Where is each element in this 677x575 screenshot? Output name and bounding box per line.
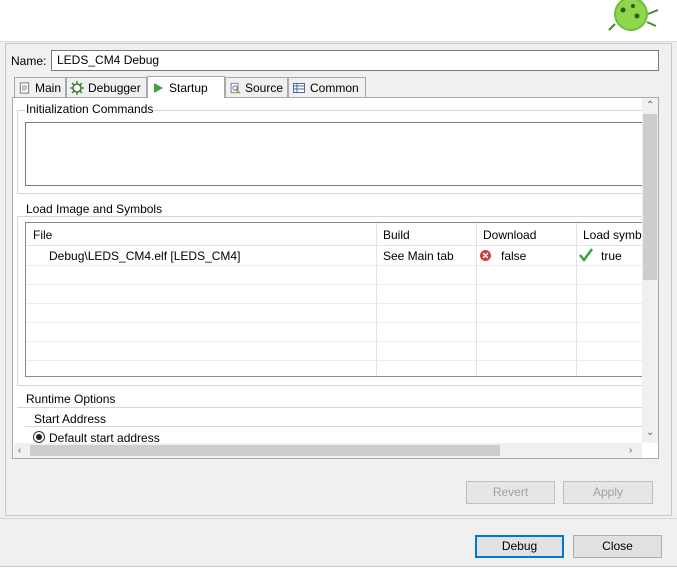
tab-main[interactable]: Main (14, 77, 66, 97)
close-button[interactable]: Close (573, 535, 662, 558)
init-commands-title: Initialization Commands (25, 102, 155, 116)
green-check-icon (579, 248, 594, 263)
load-image-title: Load Image and Symbols (25, 202, 164, 216)
tab-label: Common (310, 80, 359, 95)
group-divider (25, 426, 642, 427)
play-icon (154, 82, 163, 93)
group-divider (17, 216, 18, 386)
load-image-table[interactable]: File Build Download Load symb Debug\LEDS… (25, 222, 642, 377)
debug-bug-icon (603, 0, 661, 36)
window-bottom-edge (0, 566, 677, 575)
source-icon (230, 82, 241, 94)
tab-common[interactable]: Common (288, 77, 366, 97)
button-bar-divider (0, 518, 677, 519)
row-divider (26, 322, 642, 323)
row-divider (26, 341, 642, 342)
debug-button[interactable]: Debug (475, 535, 564, 558)
column-header-download[interactable]: Download (483, 228, 536, 242)
default-start-label: Default start address (49, 431, 160, 443)
load-symbols-cell: true (601, 249, 622, 263)
start-address-title: Start Address (33, 412, 108, 426)
column-header-load-symbols[interactable]: Load symb (583, 228, 642, 242)
startup-scroll-area: Initialization Commands Load Image and S… (14, 98, 642, 443)
scroll-left-icon[interactable]: ‹ (18, 446, 21, 456)
vertical-scroll-thumb[interactable] (643, 114, 657, 280)
row-divider (26, 265, 642, 266)
error-x-icon (480, 250, 491, 261)
group-divider (17, 385, 642, 386)
document-icon (19, 81, 30, 94)
tab-source[interactable]: Source (225, 77, 288, 97)
dialog-header (0, 0, 677, 42)
init-commands-textarea[interactable] (25, 122, 642, 186)
tab-label: Debugger (88, 80, 141, 95)
group-divider (17, 193, 642, 194)
group-divider (17, 407, 642, 408)
name-input[interactable]: LEDS_CM4 Debug (51, 50, 659, 71)
build-cell: See Main tab (383, 249, 454, 263)
group-divider (17, 216, 642, 217)
apply-button[interactable]: Apply (563, 481, 653, 504)
column-header-file[interactable]: File (33, 228, 52, 242)
column-header-build[interactable]: Build (383, 228, 410, 242)
group-divider (17, 110, 18, 194)
row-divider (26, 360, 642, 361)
tab-startup[interactable]: Startup (147, 76, 225, 98)
scroll-right-icon[interactable]: › (629, 446, 632, 456)
runtime-options-title: Runtime Options (25, 392, 117, 406)
scroll-down-icon[interactable]: ⌄ (646, 428, 654, 438)
tab-label: Startup (169, 80, 208, 95)
tab-label: Main (34, 80, 61, 95)
horizontal-scroll-thumb[interactable] (30, 445, 500, 456)
row-divider (26, 303, 642, 304)
default-start-radio[interactable] (33, 431, 45, 443)
revert-button[interactable]: Revert (466, 481, 555, 504)
tab-debugger[interactable]: Debugger (66, 77, 147, 97)
table-icon (293, 82, 305, 93)
table-row[interactable]: Debug\LEDS_CM4.elf [LEDS_CM4] See Main t… (26, 246, 642, 265)
bug-settings-icon (70, 80, 84, 95)
download-cell: false (501, 249, 527, 263)
name-label: Name: (11, 54, 47, 68)
scroll-up-icon[interactable]: ⌃ (646, 101, 654, 111)
file-cell: Debug\LEDS_CM4.elf [LEDS_CM4] (49, 249, 241, 263)
tab-label: Source (244, 80, 283, 95)
row-divider (26, 284, 642, 285)
